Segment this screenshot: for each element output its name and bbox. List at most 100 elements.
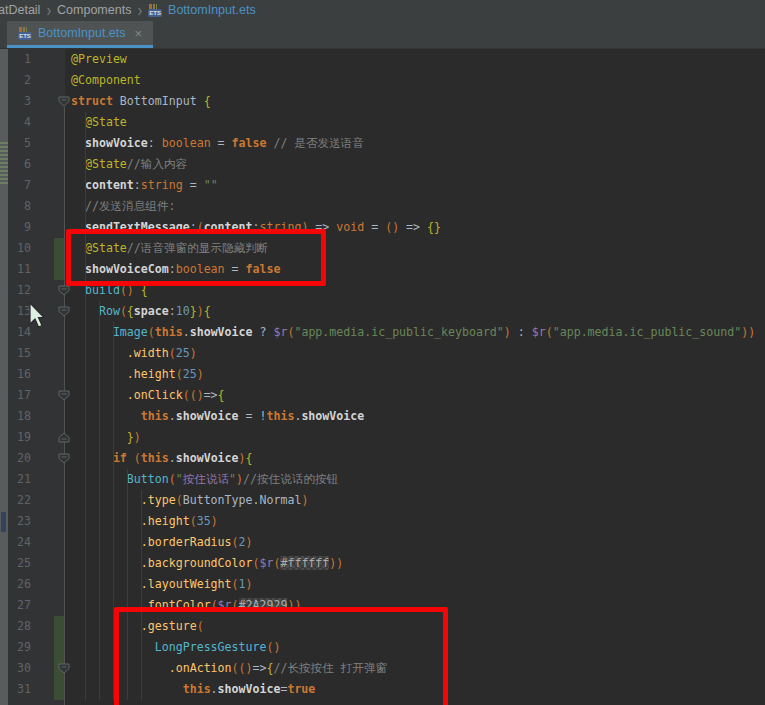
- line-number-3: 3: [8, 91, 31, 112]
- line-number-31: 31: [8, 679, 31, 700]
- code-token: =: [364, 220, 385, 234]
- code-token: @State: [85, 157, 127, 171]
- code-token: showVoice: [176, 451, 239, 465]
- code-token: ): [504, 325, 511, 339]
- fold-collapse-icon[interactable]: [58, 96, 70, 107]
- code-token: :: [134, 178, 141, 192]
- line-number-4: 4: [8, 112, 31, 133]
- code-line-22[interactable]: .type(ButtonType.Normal): [71, 490, 308, 511]
- code-token: ): [211, 514, 218, 528]
- code-token: this: [141, 409, 169, 423]
- indent-guide: [99, 301, 100, 700]
- fold-collapse-icon[interactable]: [58, 390, 70, 401]
- code-line-1[interactable]: @Preview: [71, 49, 127, 70]
- code-token: ): [190, 346, 197, 360]
- code-token: .onClick: [127, 388, 183, 402]
- code-line-3[interactable]: struct BottomInput {: [71, 91, 211, 112]
- code-token: }: [127, 430, 134, 444]
- code-token: 10: [176, 304, 190, 318]
- code-line-17[interactable]: .onClick(()=>{: [71, 385, 225, 406]
- code-line-13[interactable]: Row({space:10}){: [71, 301, 211, 322]
- code-token: showVoice: [176, 409, 239, 423]
- code-line-7[interactable]: content:string = "": [71, 175, 218, 196]
- code-token: this: [266, 409, 294, 423]
- code-token: .height: [141, 514, 190, 528]
- code-line-14[interactable]: Image(this.showVoice ? $r("app.media.ic_…: [71, 322, 755, 343]
- line-number-10: 10: [8, 238, 31, 259]
- tab-bottominput[interactable]: ETS BottomInput.ets ×: [7, 21, 153, 48]
- code-token: =: [183, 178, 204, 192]
- annotation-highlight-box-2: [114, 607, 448, 705]
- code-token: (: [169, 472, 176, 486]
- line-number-1: 1: [8, 49, 31, 70]
- code-line-6[interactable]: @State//输入内容: [71, 154, 187, 175]
- code-token: =: [211, 136, 232, 150]
- breadcrumb-item-chatdetail[interactable]: atDetail: [0, 3, 40, 17]
- code-token: ): [301, 493, 308, 507]
- line-number-6: 6: [8, 154, 31, 175]
- fold-collapse-icon[interactable]: [58, 663, 70, 674]
- code-token: {: [127, 304, 134, 318]
- code-token: {: [218, 388, 225, 402]
- fold-collapse-icon[interactable]: [58, 306, 70, 317]
- code-token: space: [134, 304, 169, 318]
- line-number-28: 28: [8, 616, 31, 637]
- line-number-15: 15: [8, 343, 31, 364]
- fold-end-icon[interactable]: [58, 432, 70, 443]
- breadcrumb-item-file[interactable]: BottomInput.ets: [168, 3, 256, 17]
- line-number-29: 29: [8, 637, 31, 658]
- fold-collapse-icon[interactable]: [58, 453, 70, 464]
- line-number-25: 25: [8, 553, 31, 574]
- code-line-4[interactable]: @State: [71, 112, 127, 133]
- code-token: .borderRadius: [141, 535, 232, 549]
- line-number-23: 23: [8, 511, 31, 532]
- code-token: .height: [127, 367, 176, 381]
- code-token: (: [176, 367, 183, 381]
- code-token: =>: [204, 388, 218, 402]
- fold-collapse-icon[interactable]: [58, 285, 70, 296]
- code-token: ): [197, 304, 204, 318]
- code-token: // 是否发送语音: [273, 136, 364, 150]
- code-token: $r: [532, 325, 546, 339]
- code-token: ButtonType.Normal: [183, 493, 302, 507]
- line-number-16: 16: [8, 364, 31, 385]
- code-token: @Component: [71, 73, 141, 87]
- strip-change-marks: [0, 140, 8, 184]
- code-line-25[interactable]: .backgroundColor($r(#ffffff)): [71, 553, 343, 574]
- strip-selection-mark: [1, 512, 6, 532]
- line-number-21: 21: [8, 469, 31, 490]
- code-token: (: [190, 514, 197, 528]
- code-token: BottomInput: [113, 94, 204, 108]
- code-token: ": [229, 472, 236, 486]
- code-token: 2: [239, 535, 246, 549]
- code-token: showVoice: [301, 409, 364, 423]
- code-token: {}: [427, 220, 441, 234]
- line-number-22: 22: [8, 490, 31, 511]
- code-line-5[interactable]: showVoice: boolean = false // 是否发送语音: [71, 133, 364, 154]
- code-token: ": [176, 472, 183, 486]
- code-line-23[interactable]: .height(35): [71, 511, 218, 532]
- code-line-16[interactable]: .height(25): [71, 364, 204, 385]
- code-line-21[interactable]: Button("按住说话")//按住说话的按钮: [71, 469, 338, 490]
- code-token: (: [232, 577, 239, 591]
- line-number-14: 14: [8, 322, 31, 343]
- code-line-15[interactable]: .width(25): [71, 343, 197, 364]
- line-number-12: 12: [8, 280, 31, 301]
- code-line-2[interactable]: @Component: [71, 70, 141, 91]
- line-number-11: 11: [8, 259, 31, 280]
- code-line-8[interactable]: //发送消息组件:: [71, 196, 175, 217]
- breadcrumb: atDetail › Compoments › ETS BottomInput.…: [0, 0, 256, 19]
- tab-close-icon[interactable]: ×: [135, 27, 143, 40]
- code-line-18[interactable]: this.showVoice = !this.showVoice: [71, 406, 364, 427]
- code-token: (: [169, 346, 176, 360]
- code-token: 25: [183, 367, 197, 381]
- code-token: ?: [253, 325, 274, 339]
- code-token: Row: [99, 304, 120, 318]
- code-line-19[interactable]: }): [71, 427, 141, 448]
- breadcrumb-item-components[interactable]: Compoments: [57, 3, 131, 17]
- code-token: //输入内容: [127, 157, 187, 171]
- code-token: :: [148, 136, 162, 150]
- code-token: (): [385, 220, 399, 234]
- indent-guide: [85, 112, 86, 700]
- ets-file-icon: ETS: [18, 26, 32, 40]
